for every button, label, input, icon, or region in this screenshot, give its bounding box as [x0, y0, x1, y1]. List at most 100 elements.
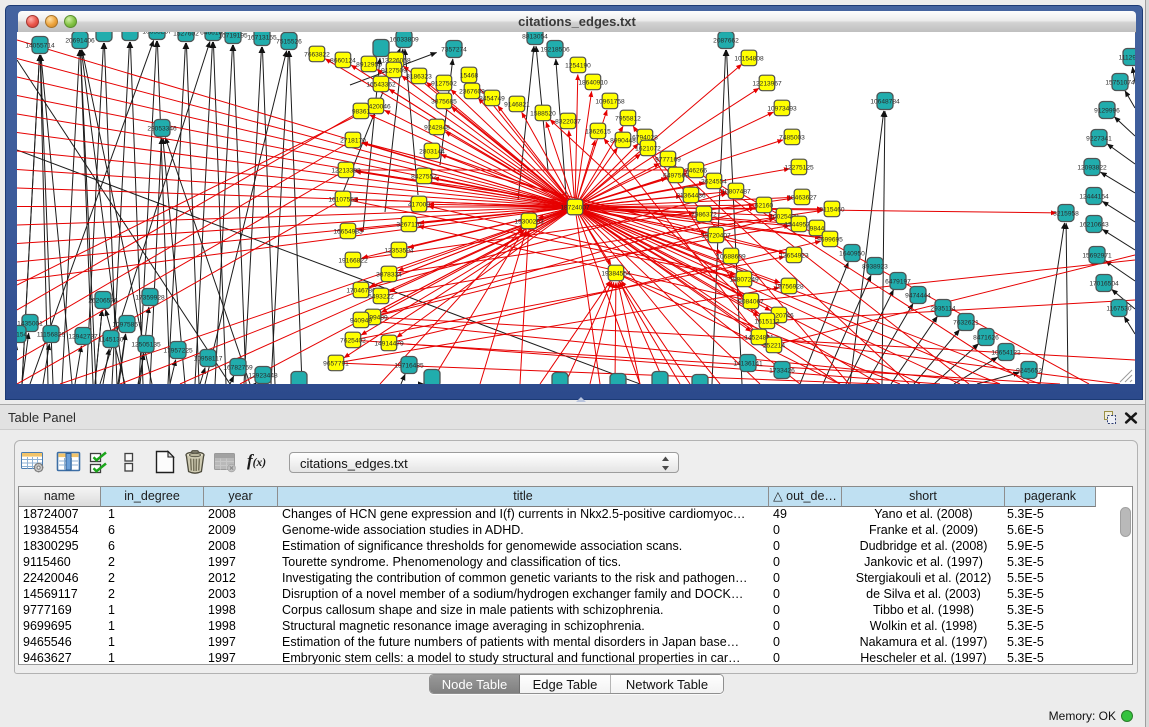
- svg-text:8912955: 8912955: [356, 62, 382, 69]
- svg-text:1145130: 1145130: [98, 337, 124, 344]
- svg-text:8186323: 8186323: [406, 74, 432, 81]
- svg-text:12942737: 12942737: [68, 334, 98, 341]
- svg-text:19384554: 19384554: [601, 271, 631, 278]
- svg-text:12275125: 12275125: [784, 165, 814, 172]
- svg-text:39154: 39154: [17, 332, 27, 339]
- svg-text:2367608: 2367608: [459, 89, 485, 96]
- svg-text:8454749: 8454749: [479, 96, 505, 103]
- svg-text:3624554: 3624554: [701, 179, 727, 186]
- svg-text:9777169: 9777169: [655, 157, 681, 164]
- svg-text:3215958: 3215958: [1053, 211, 1079, 218]
- svg-text:7625402: 7625402: [340, 338, 366, 345]
- svg-text:1254190: 1254190: [565, 63, 591, 70]
- svg-text:12923448: 12923448: [248, 373, 278, 380]
- svg-text:2087662: 2087662: [713, 38, 739, 45]
- svg-text:26206576: 26206576: [88, 298, 118, 305]
- svg-text:14136141: 14136141: [733, 361, 763, 368]
- svg-text:1112934: 1112934: [1119, 55, 1135, 62]
- svg-text:1733426: 1733426: [769, 368, 795, 375]
- svg-text:9127509: 9127509: [381, 68, 407, 75]
- svg-text:7357274: 7357274: [441, 47, 467, 54]
- svg-text:3875685: 3875685: [431, 99, 457, 106]
- svg-text:16713155: 16713155: [247, 35, 277, 42]
- svg-text:9242848: 9242848: [424, 125, 450, 132]
- svg-text:9127502: 9127502: [431, 81, 457, 88]
- svg-text:8427552: 8427552: [411, 174, 437, 181]
- svg-text:252214: 252214: [763, 343, 785, 350]
- svg-text:15716485: 15716485: [394, 363, 424, 370]
- svg-text:19166822: 19166822: [338, 258, 368, 265]
- svg-text:9227341: 9227341: [1086, 136, 1112, 143]
- svg-text:19756928: 19756928: [774, 284, 804, 291]
- svg-text:9115460: 9115460: [819, 207, 845, 214]
- svg-text:17957225: 17957225: [163, 348, 193, 355]
- svg-text:10719195: 10719195: [218, 33, 248, 40]
- svg-text:1527602: 1527602: [173, 32, 199, 38]
- svg-text:10807487: 10807487: [721, 189, 751, 196]
- svg-text:3267110: 3267110: [396, 222, 422, 229]
- svg-text:13654923: 13654923: [779, 253, 809, 260]
- svg-text:9245652: 9245652: [1016, 368, 1042, 375]
- svg-text:8471626: 8471626: [973, 335, 999, 342]
- svg-text:62160: 62160: [755, 203, 774, 210]
- svg-text:10154808: 10154808: [734, 56, 764, 63]
- svg-text:12093822: 12093822: [1077, 165, 1107, 172]
- svg-text:12505135: 12505135: [131, 342, 161, 349]
- svg-text:7663822: 7663822: [304, 52, 330, 59]
- svg-text:16654983: 16654983: [333, 229, 363, 236]
- svg-text:1615112: 1615112: [754, 319, 780, 326]
- svg-text:16033809: 16033809: [389, 37, 419, 44]
- svg-text:15751074: 15751074: [1105, 80, 1135, 87]
- svg-text:15720407: 15720407: [701, 233, 731, 240]
- svg-text:18807249: 18807249: [729, 277, 759, 284]
- svg-text:9146821: 9146821: [504, 102, 530, 109]
- svg-text:10961758: 10961758: [595, 99, 625, 106]
- svg-text:1167530: 1167530: [1106, 306, 1132, 313]
- svg-text:16107553: 16107553: [328, 197, 358, 204]
- svg-text:9844: 9844: [810, 226, 825, 233]
- svg-text:10648784: 10648784: [870, 99, 900, 106]
- svg-text:15468: 15468: [460, 73, 479, 80]
- svg-text:10958117: 10958117: [194, 356, 223, 363]
- svg-text:940949: 940949: [350, 318, 372, 325]
- svg-text:10654122: 10654122: [991, 350, 1021, 357]
- svg-text:98361: 98361: [352, 109, 371, 116]
- svg-text:11156829: 11156829: [37, 332, 66, 339]
- svg-text:18640910: 18640910: [578, 80, 608, 87]
- svg-text:2803144: 2803144: [419, 149, 445, 156]
- svg-text:8660124: 8660124: [330, 58, 356, 65]
- svg-text:1588520: 1588520: [530, 111, 556, 118]
- svg-text:19218506: 19218506: [540, 47, 570, 54]
- svg-text:7986372: 7986372: [691, 212, 717, 219]
- svg-text:16210643: 16210643: [1079, 222, 1109, 229]
- svg-text:8938923: 8938923: [862, 264, 888, 271]
- svg-text:7515526: 7515526: [276, 39, 302, 46]
- svg-text:19300203: 19300203: [514, 219, 544, 226]
- svg-text:417008: 417008: [408, 202, 430, 209]
- svg-text:17359928: 17359928: [135, 295, 165, 302]
- svg-text:7632621: 7632621: [953, 320, 979, 327]
- svg-text:9474444: 9474444: [905, 293, 931, 300]
- svg-text:17016504: 17016504: [1089, 281, 1119, 288]
- svg-text:9084067: 9084067: [738, 299, 764, 306]
- svg-text:14055714: 14055714: [25, 43, 55, 50]
- svg-text:12213383: 12213383: [331, 168, 361, 175]
- svg-text:1640950: 1640950: [839, 251, 865, 258]
- svg-text:10688609: 10688609: [716, 254, 746, 261]
- svg-text:12213967: 12213967: [752, 81, 782, 88]
- svg-text:9129996: 9129996: [1094, 108, 1120, 115]
- svg-text:29053346: 29053346: [147, 126, 177, 133]
- svg-text:10975857: 10975857: [112, 322, 142, 329]
- svg-text:1362615: 1362615: [585, 129, 611, 136]
- svg-text:16543362: 16543362: [366, 82, 396, 89]
- svg-text:5493222: 5493222: [368, 294, 394, 301]
- svg-text:7955812: 7955812: [615, 116, 641, 123]
- svg-text:9657791: 9657791: [323, 361, 349, 368]
- svg-text:2718170: 2718170: [340, 138, 366, 145]
- svg-text:14914479: 14914479: [374, 341, 404, 348]
- svg-text:20691406: 20691406: [65, 38, 95, 45]
- svg-text:10973493: 10973493: [767, 106, 797, 113]
- svg-text:18463627: 18463627: [787, 195, 817, 202]
- svg-text:746266: 746266: [685, 168, 707, 175]
- svg-text:8322037: 8322037: [555, 119, 581, 126]
